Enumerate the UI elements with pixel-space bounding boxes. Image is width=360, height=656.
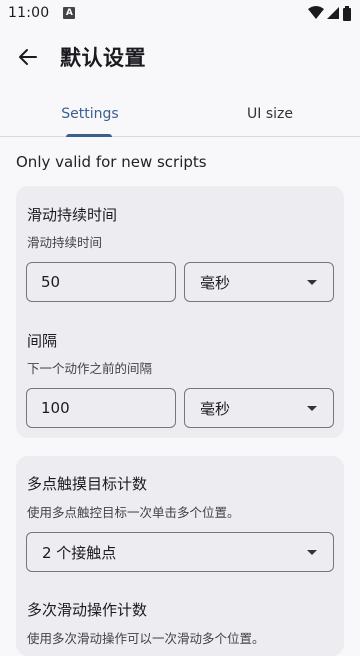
interval-subtitle: 下一个动作之前的间隔 (27, 361, 153, 376)
interval-unit-dropdown[interactable]: 毫秒 (184, 388, 334, 428)
dropdown-arrow-icon (307, 406, 317, 411)
multi-swipe-title: 多次滑动操作计数 (27, 601, 148, 619)
multi-swipe-subtitle: 使用多次滑动操作可以一次滑动多个位置。 (27, 631, 265, 646)
swipe-duration-input[interactable]: 50 (26, 262, 176, 302)
multi-touch-count-dropdown[interactable]: 2 个接触点 (26, 532, 334, 572)
tab-ui-size[interactable]: UI size (180, 92, 360, 136)
swipe-duration-title: 滑动持续时间 (27, 206, 118, 224)
multi-touch-count-value: 2 个接触点 (42, 543, 117, 562)
cellular-signal-icon (327, 7, 339, 19)
tab-bar: Settings UI size (0, 92, 360, 137)
app-bar: 默认设置 (0, 26, 360, 88)
interval-title: 间隔 (27, 332, 58, 350)
notification-icon: A (63, 7, 76, 19)
swipe-duration-unit-dropdown[interactable]: 毫秒 (184, 262, 334, 302)
timing-settings-card: 滑动持续时间 滑动持续时间 50 毫秒 间隔 下一个动作之前的间隔 100 毫秒 (16, 186, 344, 438)
multi-touch-subtitle: 使用多点触控目标一次单击多个位置。 (27, 505, 240, 520)
wifi-icon (308, 6, 324, 19)
status-bar: 11:00 A (0, 0, 360, 26)
tab-settings[interactable]: Settings (0, 92, 180, 137)
dropdown-arrow-icon (307, 550, 317, 555)
page-title: 默认设置 (60, 46, 146, 70)
scripts-note: Only valid for new scripts (16, 153, 207, 171)
dropdown-arrow-icon (307, 280, 317, 285)
swipe-duration-unit-value: 毫秒 (200, 273, 231, 292)
status-time: 11:00 (8, 5, 50, 21)
multi-touch-title: 多点触摸目标计数 (27, 475, 148, 493)
interval-input[interactable]: 100 (26, 388, 176, 428)
battery-icon (343, 5, 351, 21)
arrow-back-icon (19, 49, 37, 65)
back-button[interactable] (0, 29, 56, 85)
status-icons (308, 5, 352, 21)
swipe-duration-subtitle: 滑动持续时间 (27, 235, 103, 250)
interval-unit-value: 毫秒 (200, 399, 231, 418)
multi-target-settings-card: 多点触摸目标计数 使用多点触控目标一次单击多个位置。 2 个接触点 多次滑动操作… (16, 456, 344, 656)
